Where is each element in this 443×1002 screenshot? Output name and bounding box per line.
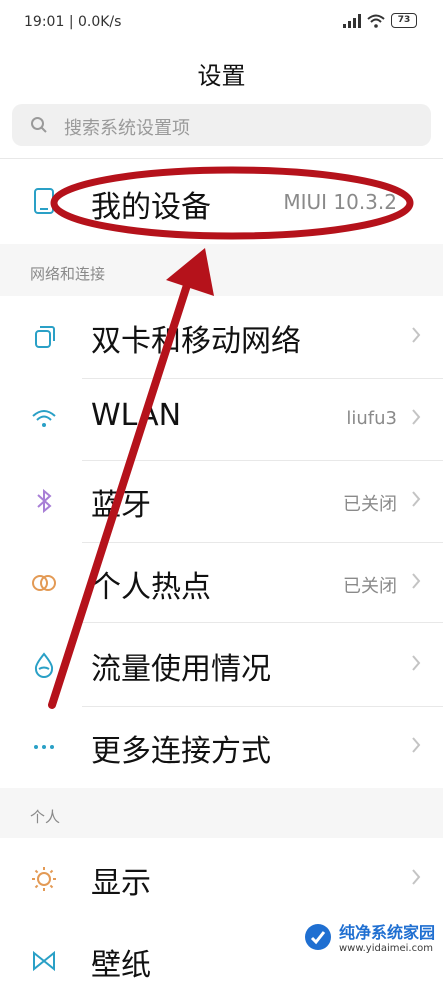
watermark-title: 纯净系统家园 [338, 923, 435, 942]
chevron-right-icon [412, 655, 421, 671]
sun-icon [32, 867, 56, 891]
chevron-right-icon [412, 327, 421, 343]
watermark-url: www.yidaimei.com [338, 943, 433, 954]
row-more-connections[interactable]: 更多连接方式 [0, 706, 443, 788]
watermark-logo-icon [304, 923, 331, 950]
status-right: 73 [343, 13, 417, 28]
row-dual-sim[interactable]: 双卡和移动网络 [0, 296, 443, 378]
miui-version: MIUI 10.3.2 [283, 190, 397, 214]
my-device-row[interactable]: 我的设备 MIUI 10.3.2 [0, 160, 443, 242]
chevron-right-icon [412, 737, 421, 753]
row-value: 已关闭 [343, 576, 397, 597]
row-label: 个人热点 [91, 570, 211, 605]
wallpaper-icon [33, 950, 55, 972]
divider [82, 622, 443, 623]
row-label: 流量使用情况 [91, 652, 271, 687]
row-value: liufu3 [346, 408, 397, 429]
watermark-text: 纯净系统家园 www.yidaimei.com [339, 919, 435, 954]
search-icon [31, 117, 47, 133]
divider [0, 158, 443, 159]
more-icon [34, 745, 54, 749]
sim-card-icon [35, 326, 55, 348]
section-band-personal [0, 788, 443, 838]
section-header-personal: 个人 [30, 808, 61, 826]
search-input[interactable]: 搜索系统设置项 [12, 104, 431, 146]
row-hotspot[interactable]: 个人热点 已关闭 [0, 542, 443, 624]
status-separator: | [68, 14, 78, 30]
my-device-label: 我的设备 [91, 190, 211, 225]
chevron-right-icon [412, 409, 421, 425]
signal-icon [343, 13, 361, 28]
page-title: 设置 [197, 62, 246, 90]
bluetooth-icon [37, 488, 52, 514]
battery-icon: 73 [391, 13, 417, 28]
status-bar: 19:01 | 0.0K/s 73 [0, 0, 443, 44]
row-label: 壁纸 [91, 948, 151, 983]
wifi-status-icon [367, 14, 385, 28]
row-label: 双卡和移动网络 [91, 324, 301, 359]
row-wlan[interactable]: WLAN liufu3 [0, 378, 443, 460]
status-left: 19:01 | 0.0K/s [24, 14, 121, 30]
watermark: 纯净系统家园 www.yidaimei.com [303, 919, 435, 954]
chevron-right-icon [412, 573, 421, 589]
search-placeholder: 搜索系统设置项 [64, 118, 190, 139]
row-value: 已关闭 [343, 494, 397, 515]
phone-icon [34, 188, 54, 214]
row-data-usage[interactable]: 流量使用情况 [0, 624, 443, 706]
data-usage-icon [34, 652, 54, 678]
row-label: WLAN [91, 398, 182, 433]
status-speed: 0.0K/s [77, 14, 122, 30]
row-label: 更多连接方式 [91, 734, 271, 769]
row-label: 显示 [91, 866, 151, 901]
chevron-right-icon [412, 491, 421, 507]
hotspot-icon [32, 575, 56, 591]
row-label: 蓝牙 [91, 488, 151, 523]
wifi-icon [32, 410, 56, 427]
chevron-right-icon [412, 869, 421, 885]
status-time: 19:01 [24, 14, 65, 30]
row-display[interactable]: 显示 [0, 838, 443, 920]
row-bluetooth[interactable]: 蓝牙 已关闭 [0, 460, 443, 542]
section-header-network: 网络和连接 [30, 265, 106, 283]
